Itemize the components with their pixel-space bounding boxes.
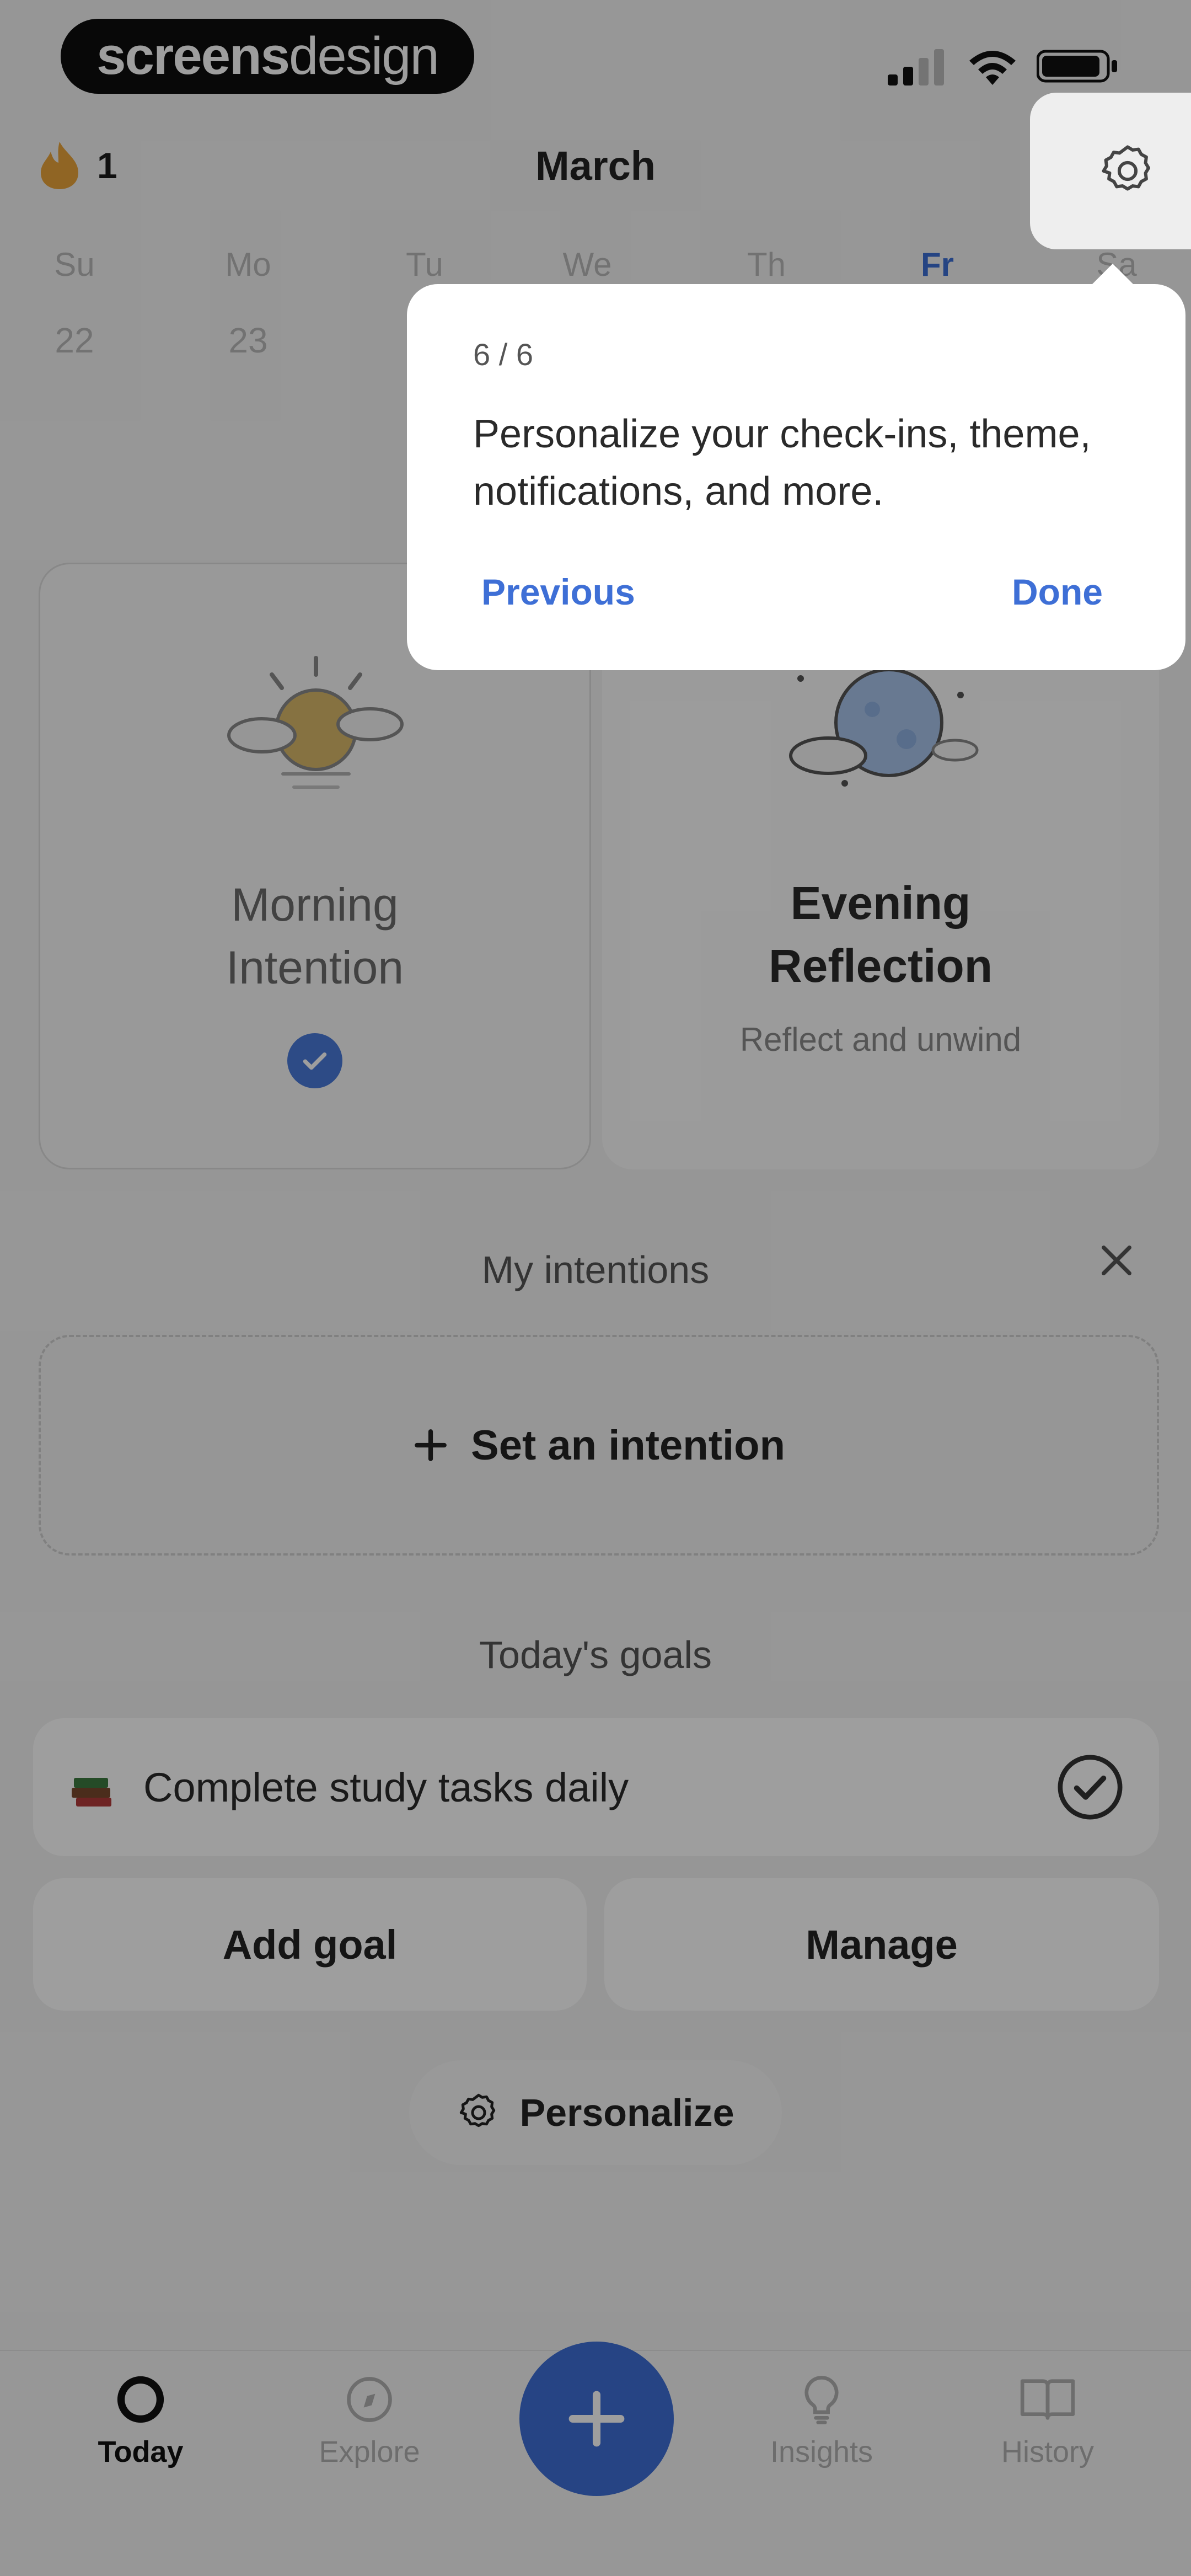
- tooltip-message: Personalize your check-ins, theme, notif…: [473, 412, 1091, 514]
- tooltip-done-button[interactable]: Done: [1012, 571, 1103, 613]
- app-screen: screens design 1 March Su Mo Tu We Th Fr…: [0, 0, 1191, 2576]
- tooltip-previous-button[interactable]: Previous: [481, 571, 635, 613]
- onboarding-tooltip: 6 / 6 Personalize your check-ins, theme,…: [407, 284, 1185, 670]
- tooltip-step-counter: 6 / 6: [473, 337, 533, 372]
- gear-icon: [1102, 145, 1151, 191]
- settings-button-highlight[interactable]: [1030, 93, 1191, 249]
- tooltip-arrow: [1091, 264, 1135, 286]
